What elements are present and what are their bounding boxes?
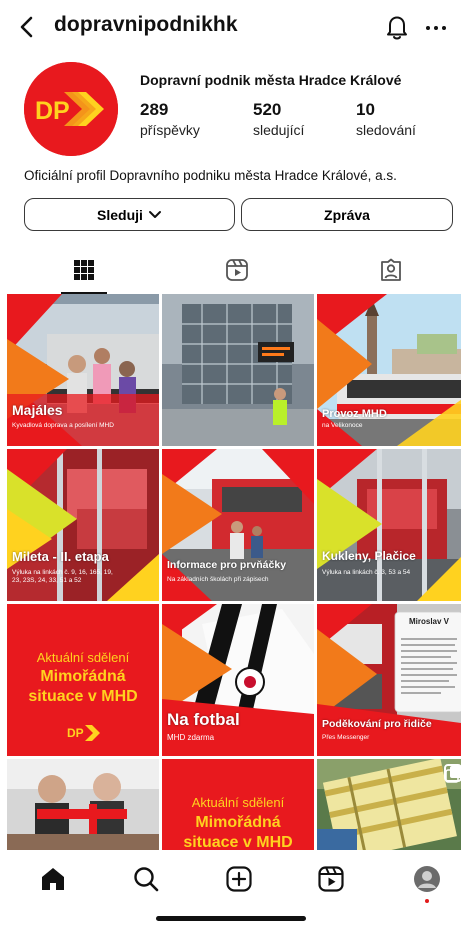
post-tile[interactable]: Miroslav V Poděkování pro řidiče Přes Me… [317,604,461,756]
post-title: Na fotbal [167,710,240,729]
bottom-navigation [0,850,463,928]
post-title: Poděkování pro řidiče [322,718,432,730]
post-title: Provoz MHD [322,408,387,420]
profile-bio: Oficiální profil Dopravního podniku měst… [24,168,397,183]
search-icon[interactable] [131,864,161,894]
post-subtitle: Na základních školách při zápisech [167,576,269,583]
post-tile[interactable] [7,759,159,850]
post-tile[interactable]: Aktuální sdělení Mimořádná situace v MHD [162,759,314,850]
tab-reels[interactable] [162,248,312,292]
create-post-icon[interactable] [224,864,254,894]
post-subtitle: Přes Messenger [322,734,370,741]
posts-grid: Majáles Kyvadlová doprava a posílení MHD [7,294,461,850]
post-tile[interactable]: Kukleny, Plačice Výluka na linkách č. 3,… [317,449,461,601]
post-title: Kukleny, Plačice [322,549,416,563]
stat-posts[interactable]: 289 příspěvky [140,100,200,138]
post-tile[interactable]: Provoz MHD na Velikonoce [317,294,461,446]
post-subtitle: na Velikonoce [322,422,363,429]
post-image [317,449,461,601]
home-indicator [156,916,306,921]
dp-logo-icon: DP [24,62,118,156]
post-tile[interactable]: Informace pro prvňáčky Na základních ško… [162,449,314,601]
notice-line-1: Mimořádná [40,668,126,685]
post-image [7,759,159,850]
notice-line-2: situace v MHD [183,834,293,850]
stat-followers-value: 520 [253,100,282,119]
reels-icon [226,259,248,281]
svg-text:DP: DP [35,97,70,125]
post-subtitle-2: 23, 23S, 24, 33, 51 a 52 [12,577,82,584]
post-subtitle: Výluka na linkách č. 3, 53 a 54 [322,569,411,576]
post-title: Informace pro prvňáčky [167,559,287,571]
svg-text:DP: DP [67,726,84,740]
stat-following-label: sledování [356,122,416,138]
post-image [162,294,314,446]
notice-line-2: situace v MHD [28,688,138,705]
notice-heading: Aktuální sdělení [36,650,130,665]
post-tile[interactable]: Aktuální sdělení Mimořádná situace v MHD… [7,604,159,756]
tab-tagged[interactable] [316,248,463,292]
post-image [317,759,461,850]
profile-avatar[interactable]: DP [24,62,118,156]
notice-heading: Aktuální sdělení [191,795,285,810]
bell-icon[interactable] [383,12,411,42]
profile-full-name: Dopravní podnik města Hradce Králové [140,72,402,88]
top-bar: dopravnipodnikhk [0,0,463,56]
post-tile[interactable]: Mileta - II. etapa Výluka na linkách č. … [7,449,159,601]
stat-followers-label: sledující [253,122,305,138]
post-title: Majáles [12,402,63,418]
dp-logo-icon: DP [67,725,100,741]
stat-posts-label: příspěvky [140,122,200,138]
post-tile[interactable]: Majáles Kyvadlová doprava a posílení MHD [7,294,159,446]
post-tile[interactable] [317,759,461,850]
svg-text:Miroslav V: Miroslav V [409,617,450,626]
more-options-icon[interactable] [422,12,450,42]
following-button[interactable]: Sleduji [24,198,235,231]
post-subtitle: Kyvadlová doprava a posílení MHD [12,422,114,429]
reels-nav-icon[interactable] [316,864,346,894]
notice-line-1: Mimořádná [195,814,281,831]
profile-tabs [0,248,463,294]
carousel-icon [445,766,461,783]
post-subtitle: MHD zdarma [167,733,215,742]
profile-username: dopravnipodnikhk [54,13,238,36]
following-button-label: Sleduji [97,206,143,223]
home-icon[interactable] [38,864,68,894]
tagged-person-icon [381,258,401,281]
stat-following-value: 10 [356,100,375,119]
notification-dot [425,899,429,903]
stat-following[interactable]: 10 sledování [356,100,416,138]
grid-icon [74,260,94,280]
post-subtitle: Výluka na linkách č. 9, 16, 165, 19, [12,569,113,576]
stat-posts-value: 289 [140,100,169,119]
profile-avatar-icon[interactable] [412,864,442,894]
post-tile[interactable]: Na fotbal MHD zdarma [162,604,314,756]
tab-posts-grid[interactable] [9,248,159,292]
back-arrow-icon[interactable] [12,12,42,42]
stat-followers[interactable]: 520 sledující [253,100,304,138]
chevron-down-icon [148,210,161,218]
message-button[interactable]: Zpráva [241,198,453,231]
post-title: Mileta - II. etapa [12,549,109,564]
post-tile[interactable] [162,294,314,446]
